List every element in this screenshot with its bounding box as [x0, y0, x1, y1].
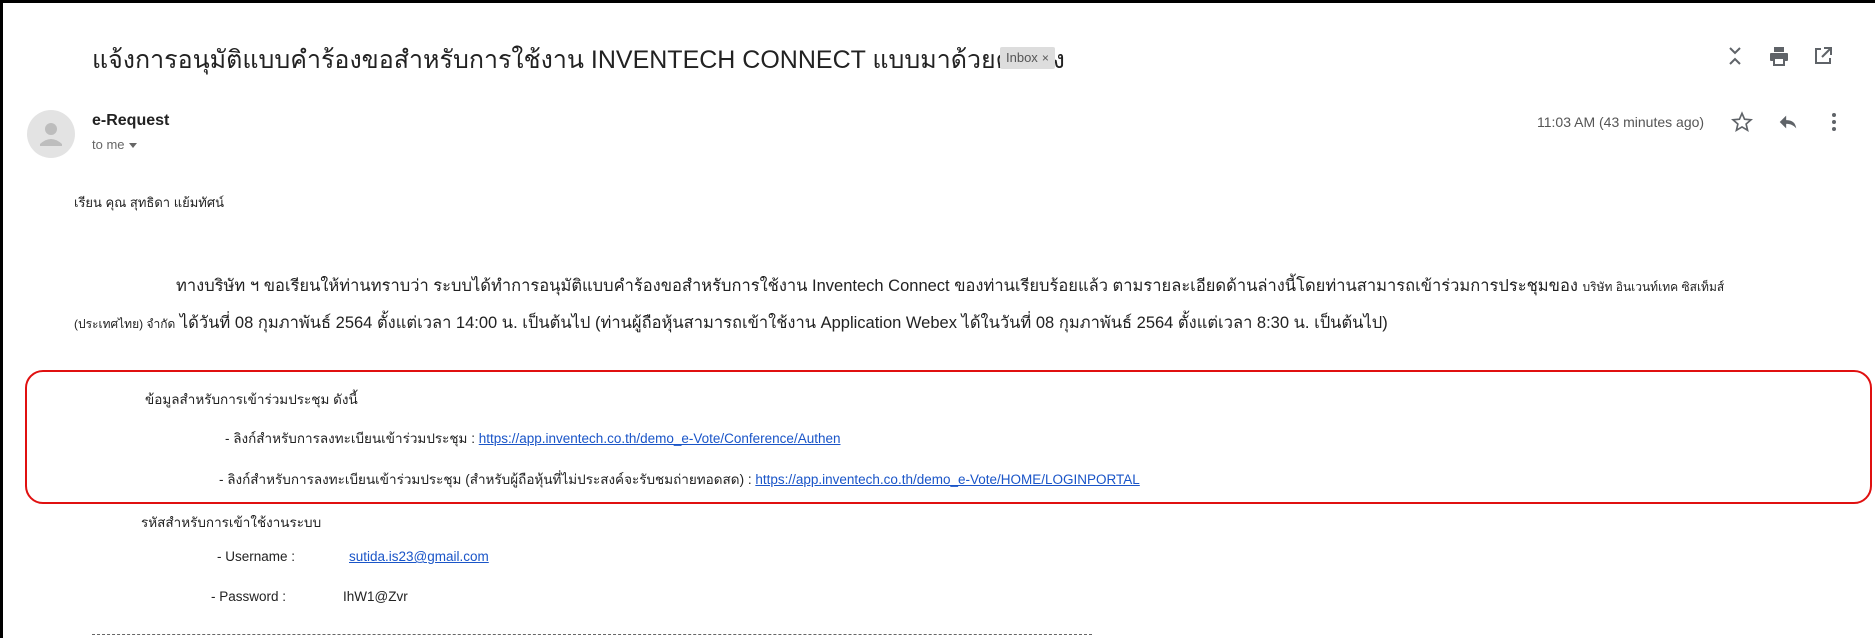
remove-label-icon[interactable]: ×: [1042, 51, 1049, 65]
registration-link-row: - ลิงก์สำหรับการลงทะเบียนเข้าร่วมประชุม …: [225, 427, 840, 449]
reply-icon[interactable]: [1776, 110, 1800, 134]
email-main-paragraph: ทางบริษัท ฯ ขอเรียนให้ท่านทราบว่า ระบบได…: [74, 268, 1854, 342]
open-in-new-icon[interactable]: [1811, 44, 1835, 68]
email-subject: แจ้งการอนุมัติแบบคำร้องขอสำหรับการใช้งาน…: [92, 46, 1065, 74]
password-value: IhW1@Zvr: [343, 589, 408, 604]
print-icon[interactable]: [1767, 44, 1791, 68]
registration-no-livestream-link[interactable]: https://app.inventech.co.th/demo_e-Vote/…: [755, 472, 1139, 487]
email-timestamp: 11:03 AM (43 minutes ago): [1537, 114, 1705, 130]
registration-link[interactable]: https://app.inventech.co.th/demo_e-Vote/…: [479, 431, 841, 446]
inbox-label-badge[interactable]: Inbox ×: [1000, 47, 1055, 69]
sender-name[interactable]: e-Request: [92, 112, 169, 130]
credentials-title: รหัสสำหรับการเข้าใช้งานระบบ: [141, 515, 322, 530]
username-row: - Username : sutida.is23@gmail.com: [217, 549, 489, 564]
avatar-icon: [40, 123, 62, 146]
more-vert-icon[interactable]: [1822, 110, 1846, 134]
meeting-info-title: ข้อมูลสำหรับการเข้าร่วมประชุม ดังนี้: [145, 392, 358, 407]
message-actions: [1730, 110, 1846, 134]
username-label: - Username :: [217, 549, 296, 564]
registration-no-livestream-row: - ลิงก์สำหรับการลงทะเบียนเข้าร่วมประชุม …: [219, 468, 1140, 490]
recipient-text: to me: [92, 137, 125, 152]
registration-no-livestream-label: - ลิงก์สำหรับการลงทะเบียนเข้าร่วมประชุม …: [219, 472, 752, 487]
chevron-down-icon[interactable]: [128, 143, 137, 149]
unfold-icon[interactable]: [1723, 44, 1747, 68]
para-rest-text: ได้วันที่ 08 กุมภาพันธ์ 2564 ตั้งแต่เวลา…: [179, 314, 1388, 332]
thread-toolbar: [1723, 44, 1835, 68]
recipient-details[interactable]: to me: [92, 137, 137, 152]
password-label: - Password :: [211, 589, 287, 604]
username-email-link[interactable]: sutida.is23@gmail.com: [349, 549, 489, 564]
para-main-text: ทางบริษัท ฯ ขอเรียนให้ท่านทราบว่า ระบบได…: [176, 277, 1578, 295]
company-name-part1: บริษัท อินเวนท์เทค ซิสเท็มส์: [1582, 280, 1725, 294]
star-icon[interactable]: [1730, 110, 1754, 134]
registration-link-label: - ลิงก์สำหรับการลงทะเบียนเข้าร่วมประชุม …: [225, 431, 475, 446]
password-row: - Password : IhW1@Zvr: [211, 589, 408, 604]
sender-avatar[interactable]: [27, 110, 75, 158]
divider: [92, 634, 1092, 635]
inbox-label-text: Inbox: [1006, 50, 1038, 65]
company-name-part2: (ประเทศไทย) จำกัด: [74, 317, 176, 331]
email-greeting: เรียน คุณ สุทธิดา แย้มทัศน์: [74, 195, 224, 210]
